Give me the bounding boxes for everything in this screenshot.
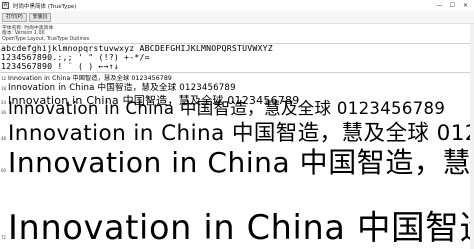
character-set: abcdefghijklmnopqrstuvwxyz ABCDEFGHIJKLM… — [1, 44, 473, 71]
charset-digits-symbols: 1234567890 ! ¨ ( ) ←→↑↓ — [1, 61, 119, 71]
sample-text: Innovation in China 中国智造，慧及全球 0123456789 — [8, 146, 474, 176]
sample-size-label: 36 — [1, 110, 7, 115]
sample-row-36: 36 Innovation in China 中国智造，慧及全球 0123456… — [0, 95, 474, 117]
sample-text: Innovation in China 中国智造，慧及全球 0123456789 — [8, 83, 236, 92]
window-controls: — ☐ ✕ — [435, 1, 470, 10]
font-info: 字体名称: 时尚中黑简体 版本: Version 1.00 OpenType L… — [2, 26, 472, 42]
minimize-icon[interactable]: — — [435, 1, 444, 10]
vertical-scrollbar[interactable] — [470, 24, 474, 249]
sample-size-label: 18 — [1, 86, 7, 91]
sample-row-72: 72 Innovation in China 中国智造，慧及全球 0123456… — [0, 200, 474, 245]
sample-row-48: 48 Innovation in China 中国智造，慧及全球 0123456… — [0, 116, 474, 144]
sample-size-label: 60 — [1, 168, 7, 173]
maximize-icon[interactable]: ☐ — [448, 1, 457, 10]
font-type-line: OpenType Layout, TrueType Outlines — [2, 36, 90, 42]
sample-text: Innovation in China 中国智造，慧及全球 0123456789 — [8, 99, 446, 117]
sample-text: Innovation in China 中国智造，慧及全球 0123456789 — [8, 208, 474, 245]
sample-text: Innovation in China 中国智造，慧及全球 0123456789 — [8, 75, 172, 81]
sample-row-18: 18 Innovation in China 中国智造，慧及全球 0123456… — [0, 81, 474, 92]
close-icon[interactable]: ✕ — [461, 1, 470, 10]
toolbar: 打印(P) 安装(I) — [0, 11, 474, 24]
title-bar: A 时尚中黑简体 (TrueType) — ☐ ✕ — [0, 0, 474, 11]
install-button[interactable]: 安装(I) — [28, 12, 52, 22]
sample-text: Innovation in China 中国智造，慧及全球 0123456789 — [8, 121, 474, 144]
sample-row-60: 60 Innovation in China 中国智造，慧及全球 0123456… — [0, 141, 474, 176]
font-app-icon: A — [2, 2, 9, 9]
window-title: 时尚中黑简体 (TrueType) — [13, 3, 77, 10]
sample-size-label: 72 — [1, 235, 7, 240]
sample-row-12: 12 Innovation in China 中国智造，慧及全球 0123456… — [0, 73, 474, 81]
print-button[interactable]: 打印(P) — [2, 12, 27, 22]
